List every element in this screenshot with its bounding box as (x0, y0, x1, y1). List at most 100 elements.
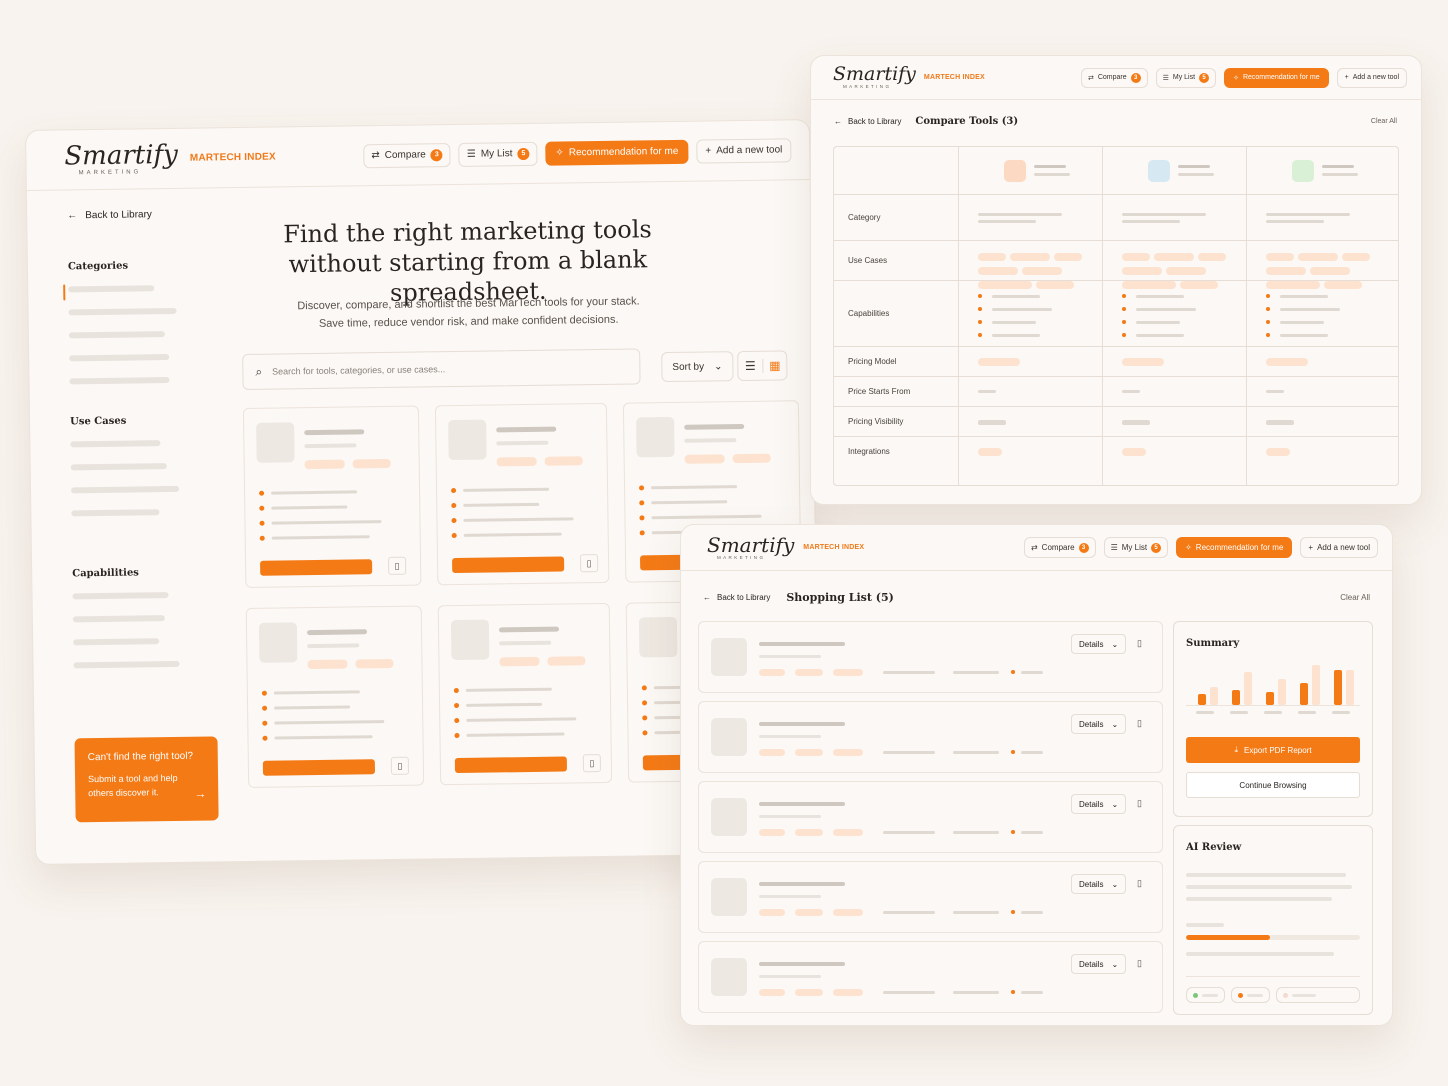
meta-line (1021, 991, 1043, 994)
tool-logo-placeholder (1292, 160, 1314, 182)
status-dot-icon (1011, 830, 1015, 834)
tool-sub-placeholder (759, 975, 821, 978)
bookmark-button[interactable]: ▯ (579, 554, 599, 573)
use-case-item[interactable] (71, 509, 160, 517)
continue-browsing-button[interactable]: Continue Browsing (1186, 772, 1360, 798)
category-item[interactable] (68, 331, 165, 339)
mylist-button[interactable]: ☰ My List 5 (1155, 67, 1217, 88)
tool-card[interactable]: ▯ (242, 405, 422, 588)
bullet-dot-icon (451, 503, 457, 509)
tool-sub-placeholder (684, 438, 737, 443)
bookmark-icon[interactable]: ▯ (1137, 638, 1142, 649)
details-dropdown[interactable]: Details ⌄ (1071, 874, 1127, 894)
back-to-library-link[interactable]: ← Back to Library (67, 208, 227, 221)
search-input[interactable]: ⌕ Search for tools, categories, or use c… (242, 348, 641, 390)
brand-logo[interactable]: Smartify MARKETING (707, 535, 794, 561)
add-to-list-button[interactable] (262, 759, 376, 776)
summary-bar-dark (1334, 669, 1342, 705)
bookmark-icon[interactable]: ▯ (1137, 958, 1142, 969)
use-case-tag (978, 253, 1006, 261)
shopping-list-item[interactable]: Details ⌄ ▯ (698, 941, 1163, 1013)
add-tool-label: Add a new tool (1317, 543, 1370, 552)
compare-button[interactable]: ⇄ Compare 3 (363, 142, 452, 168)
brand-logo[interactable]: Smartify MARKETING (64, 140, 178, 177)
bullet-dot-icon (1266, 294, 1270, 298)
feature-line-placeholder (271, 535, 370, 540)
tool-name-placeholder (496, 426, 557, 433)
logo-text: Smartify (833, 63, 916, 86)
bookmark-button[interactable]: ▯ (390, 756, 410, 775)
category-item[interactable] (69, 377, 170, 385)
clear-all-button[interactable]: Clear All (1371, 118, 1397, 125)
add-to-list-button[interactable] (454, 756, 568, 774)
add-to-list-button[interactable] (260, 559, 373, 576)
capability-item[interactable] (73, 660, 180, 669)
submit-tool-cta[interactable]: Can't find the right tool? Submit a tool… (74, 736, 219, 823)
compare-row-label: Price Starts From (848, 387, 911, 396)
bullet-dot-icon (451, 488, 457, 494)
compare-button[interactable]: ⇄ Compare 3 (1023, 537, 1096, 558)
rating-positive[interactable] (1186, 987, 1225, 1003)
list-view-icon[interactable]: ☰ (738, 359, 762, 373)
bookmark-button[interactable]: ▯ (582, 754, 602, 773)
add-tool-button[interactable]: + Add a new tool (1300, 537, 1378, 558)
bullet-dot-icon (639, 500, 645, 506)
add-tool-button[interactable]: + Add a new tool (696, 137, 792, 164)
category-item[interactable] (69, 354, 170, 362)
recommendation-button[interactable]: ✧ Recommendation for me (545, 139, 689, 166)
compare-label: Compare (1097, 74, 1127, 81)
capability-item[interactable] (72, 592, 169, 600)
back-to-library-link[interactable]: ← Back to Library (834, 117, 901, 126)
clear-all-button[interactable]: Clear All (1340, 593, 1370, 602)
bookmark-icon[interactable]: ▯ (1137, 798, 1142, 809)
shopping-list-item[interactable]: Details ⌄ ▯ (698, 621, 1163, 693)
tool-tag-placeholder (759, 749, 785, 756)
capability-item[interactable] (73, 638, 160, 646)
use-case-item[interactable] (70, 440, 161, 448)
capabilities-heading: Capabilities (72, 567, 139, 580)
use-case-tag (1054, 253, 1082, 261)
tool-card[interactable]: ▯ (434, 402, 610, 586)
view-toggle: ☰ ▦ (737, 350, 788, 382)
export-pdf-button[interactable]: ⤓ Export PDF Report (1186, 737, 1360, 763)
tool-card[interactable]: ▯ (437, 602, 613, 786)
mylist-button[interactable]: ☰ My List 5 (458, 141, 538, 167)
details-dropdown[interactable]: Details ⌄ (1071, 634, 1127, 654)
details-label: Details (1079, 639, 1104, 649)
bookmark-button[interactable]: ▯ (387, 556, 407, 575)
capability-line (992, 295, 1040, 298)
sort-by-dropdown[interactable]: Sort by ⌄ (661, 351, 734, 383)
use-case-item[interactable] (70, 463, 167, 471)
use-case-tag (978, 267, 1018, 275)
details-dropdown[interactable]: Details ⌄ (1071, 714, 1127, 734)
recommendation-button[interactable]: ✧ Recommendation for me (1176, 537, 1293, 558)
bookmark-icon[interactable]: ▯ (1137, 878, 1142, 889)
category-item[interactable] (68, 285, 155, 293)
value-line (1266, 420, 1294, 425)
mylist-button[interactable]: ☰ My List 5 (1103, 537, 1169, 558)
back-to-library-link[interactable]: ← Back to Library (703, 593, 770, 602)
recommendation-button[interactable]: ✧ Recommendation for me (1224, 67, 1329, 88)
use-case-tag (1166, 267, 1206, 275)
category-item[interactable] (68, 307, 177, 316)
status-dot-icon (1011, 910, 1015, 914)
details-dropdown[interactable]: Details ⌄ (1071, 794, 1127, 814)
add-tool-button[interactable]: + Add a new tool (1336, 67, 1407, 88)
mylist-label: My List (1121, 543, 1148, 552)
rating-neutral[interactable] (1231, 987, 1270, 1003)
compare-button[interactable]: ⇄ Compare 3 (1080, 67, 1148, 88)
grid-view-icon[interactable]: ▦ (762, 358, 787, 373)
shopping-list-item[interactable]: Details ⌄ ▯ (698, 781, 1163, 853)
details-dropdown[interactable]: Details ⌄ (1071, 954, 1127, 974)
tool-name-placeholder (304, 429, 365, 436)
tool-card[interactable]: ▯ (245, 605, 425, 788)
bookmark-icon[interactable]: ▯ (1137, 718, 1142, 729)
capability-item[interactable] (72, 615, 165, 623)
shopping-list-item[interactable]: Details ⌄ ▯ (698, 861, 1163, 933)
value-line (1266, 213, 1350, 216)
add-to-list-button[interactable] (452, 556, 565, 574)
brand-logo[interactable]: Smartify MARKETING (833, 65, 916, 90)
shopping-list-item[interactable]: Details ⌄ ▯ (698, 701, 1163, 773)
rating-negative[interactable] (1276, 987, 1360, 1003)
use-case-item[interactable] (70, 485, 180, 494)
